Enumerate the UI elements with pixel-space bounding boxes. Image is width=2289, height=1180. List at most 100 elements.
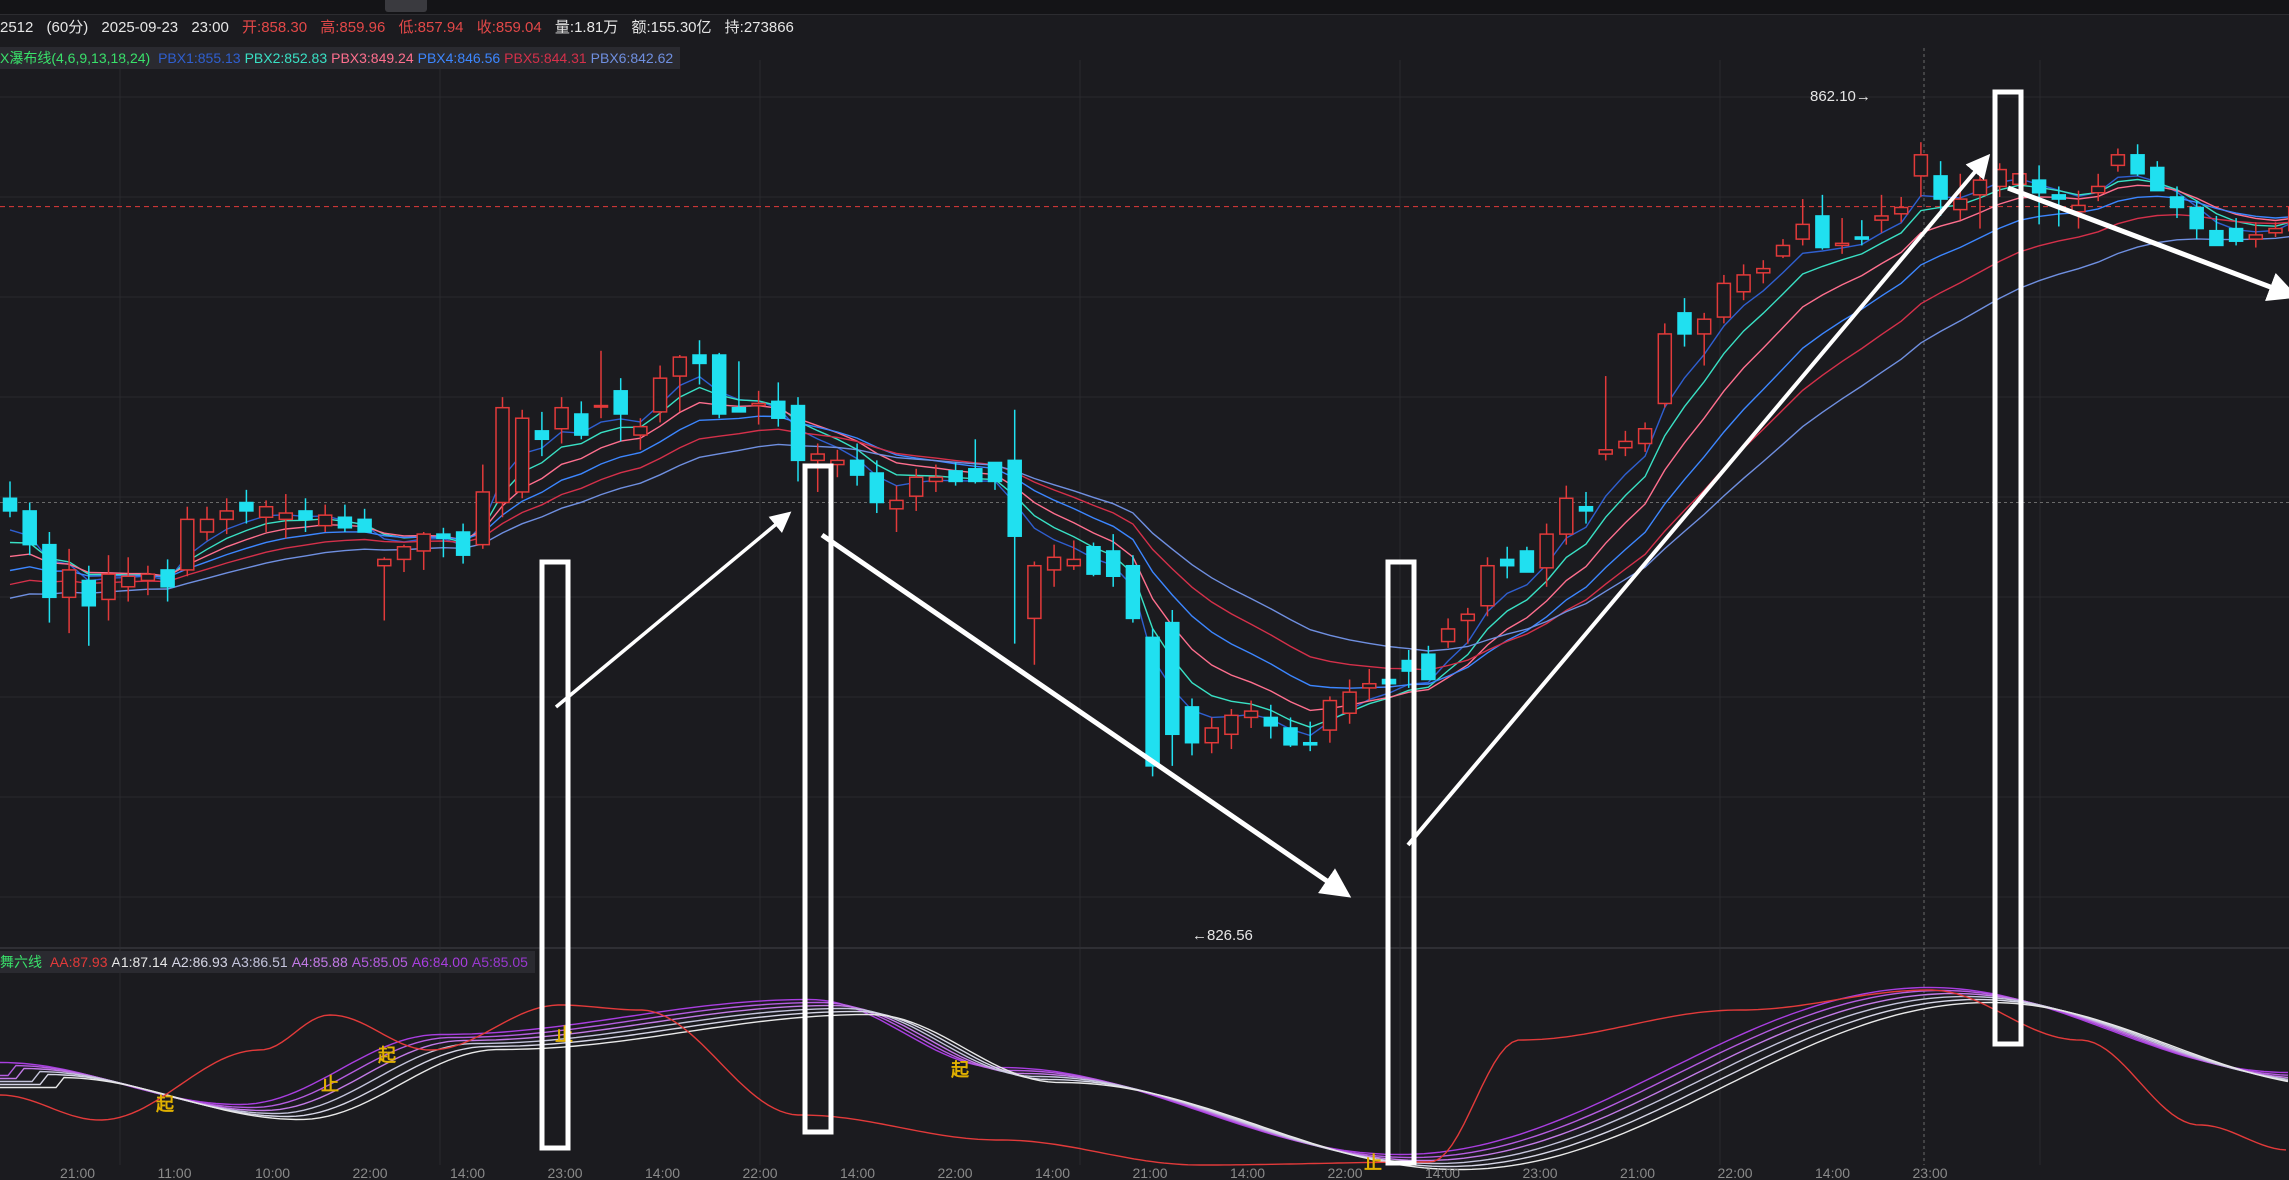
candle xyxy=(475,464,491,549)
candle-body xyxy=(1677,312,1692,335)
candle xyxy=(1795,199,1810,246)
time-tick: 14:00 xyxy=(1230,1165,1265,1180)
time-tick: 22:00 xyxy=(938,1165,973,1180)
candle xyxy=(2169,186,2185,219)
candle-body xyxy=(140,573,156,582)
candle xyxy=(1913,142,1929,197)
time-tick: 23:00 xyxy=(548,1165,583,1180)
kline-chart[interactable]: 862.10→←826.56起止起止起止21:00 11:00 10:00 22:00… xyxy=(0,0,2289,1180)
candle xyxy=(377,557,392,621)
candle xyxy=(2110,148,2126,172)
time-tick: 14:00 xyxy=(450,1165,485,1180)
candle-body xyxy=(377,558,392,567)
candle xyxy=(1145,628,1160,777)
candle-body xyxy=(1224,714,1239,736)
trend-arrow xyxy=(554,511,792,709)
signal-label-stop: 止 xyxy=(321,1073,339,1095)
candle-body xyxy=(396,546,412,561)
candle xyxy=(1322,696,1338,743)
candle xyxy=(317,504,333,532)
candle-body xyxy=(120,575,136,588)
candle xyxy=(1440,618,1456,648)
candle xyxy=(1499,546,1515,579)
candle-body xyxy=(2150,166,2165,192)
candle-body xyxy=(475,491,491,546)
highlight-box xyxy=(1992,89,2024,1047)
candle xyxy=(416,532,431,570)
signal-label-start: 起 xyxy=(155,1094,175,1116)
candle-body xyxy=(810,453,825,462)
candle-body xyxy=(1657,333,1673,405)
candle xyxy=(140,565,156,596)
candle-body xyxy=(1322,699,1338,731)
moving-average-line xyxy=(9,235,2289,652)
candle-body xyxy=(1598,449,1613,455)
candle-body xyxy=(239,501,254,512)
candle-body xyxy=(593,404,609,408)
candle xyxy=(219,498,234,535)
candle xyxy=(889,485,904,532)
time-tick: 23:00 xyxy=(1523,1165,1558,1180)
candle-body xyxy=(1618,440,1633,449)
candle-body xyxy=(258,505,274,519)
high-price-label: 862.10→ xyxy=(1810,88,1871,105)
candle xyxy=(1105,534,1121,587)
candle-body xyxy=(1007,459,1022,537)
candle xyxy=(692,340,707,385)
candle-body xyxy=(2189,206,2204,230)
candle-body xyxy=(1125,564,1141,620)
candle-body xyxy=(672,356,688,377)
candle-body xyxy=(495,406,510,504)
candle-body xyxy=(219,510,234,521)
candle xyxy=(633,418,648,450)
candle-body xyxy=(1716,282,1732,318)
candle-body xyxy=(1756,267,1771,274)
candles xyxy=(2,142,2289,777)
candle-body xyxy=(61,569,77,599)
trend-arrow xyxy=(2007,185,2289,301)
candle-body xyxy=(1440,628,1456,643)
candle xyxy=(1874,194,1889,233)
candle-body xyxy=(771,400,786,419)
candle xyxy=(1637,422,1653,452)
candle xyxy=(1519,546,1535,573)
candle xyxy=(1657,323,1673,408)
candle xyxy=(495,397,510,518)
candle-body xyxy=(731,406,747,413)
candle xyxy=(1165,609,1180,766)
candle-body xyxy=(2090,185,2106,194)
candle-body xyxy=(160,569,175,588)
candle xyxy=(751,390,766,425)
candle-body xyxy=(2110,154,2126,167)
candle-body xyxy=(1184,706,1200,744)
moving-average-line xyxy=(9,213,2289,671)
candle-body xyxy=(1913,154,1929,177)
candle-body xyxy=(1027,564,1042,620)
candle xyxy=(1716,274,1732,324)
candle-body xyxy=(554,406,569,430)
candle-body xyxy=(1499,558,1515,567)
candle-body xyxy=(436,533,451,540)
candle-body xyxy=(711,354,727,415)
candle xyxy=(1893,196,1909,223)
candle-body xyxy=(2248,234,2264,240)
candle xyxy=(613,378,628,442)
candle xyxy=(1598,376,1613,461)
candle xyxy=(2189,201,2204,240)
candle-body xyxy=(633,425,648,436)
moving-average-line xyxy=(9,195,2289,689)
time-tick: 22:00 xyxy=(1328,1165,1363,1180)
candle xyxy=(554,397,569,444)
candle xyxy=(2130,144,2145,176)
indicator-line xyxy=(0,989,2289,1159)
candle-body xyxy=(1243,710,1259,719)
candle xyxy=(101,555,116,621)
candle-body xyxy=(968,468,983,483)
candle-body xyxy=(1795,223,1810,240)
candle-body xyxy=(357,518,372,533)
candle-body xyxy=(790,404,806,462)
candle-body xyxy=(1736,274,1751,293)
candle xyxy=(1775,239,1791,259)
candle-body xyxy=(1165,621,1180,736)
candle xyxy=(1224,709,1239,750)
